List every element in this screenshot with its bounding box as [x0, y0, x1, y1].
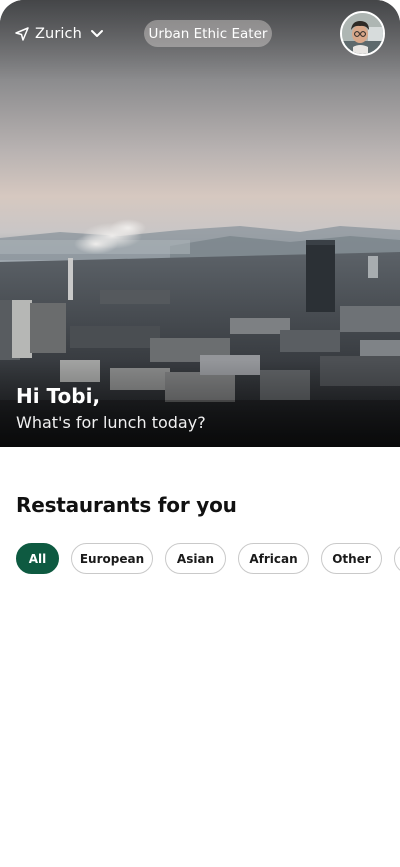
- user-avatar[interactable]: [340, 11, 385, 56]
- filter-chip-other[interactable]: Other: [321, 543, 382, 574]
- greeting-subtitle: What's for lunch today?: [16, 413, 206, 432]
- chevron-down-icon: [90, 29, 104, 39]
- filter-chip-partial[interactable]: [394, 543, 400, 574]
- cuisine-filter-chips: All European Asian African Other: [16, 543, 400, 574]
- hero-banner: Zurich Urban Ethic Eater Hi Tobi, What's…: [0, 0, 400, 447]
- greeting-block: Hi Tobi, What's for lunch today?: [16, 383, 206, 435]
- filter-chip-african[interactable]: African: [238, 543, 309, 574]
- filter-chip-all[interactable]: All: [16, 543, 59, 574]
- navigation-arrow-icon: [15, 27, 29, 41]
- restaurants-section-title: Restaurants for you: [16, 493, 237, 517]
- app-title-pill: Urban Ethic Eater: [144, 20, 272, 47]
- location-selector[interactable]: Zurich: [15, 22, 104, 46]
- top-bar: Zurich Urban Ethic Eater: [0, 0, 400, 66]
- filter-chip-european[interactable]: European: [71, 543, 153, 574]
- filter-chip-asian[interactable]: Asian: [165, 543, 226, 574]
- app-screen: Zurich Urban Ethic Eater Hi Tobi, What's…: [0, 0, 400, 867]
- location-label: Zurich: [35, 26, 82, 42]
- avatar-image: [342, 13, 383, 54]
- greeting-title: Hi Tobi,: [16, 384, 101, 408]
- city-skyline-image: [0, 0, 400, 447]
